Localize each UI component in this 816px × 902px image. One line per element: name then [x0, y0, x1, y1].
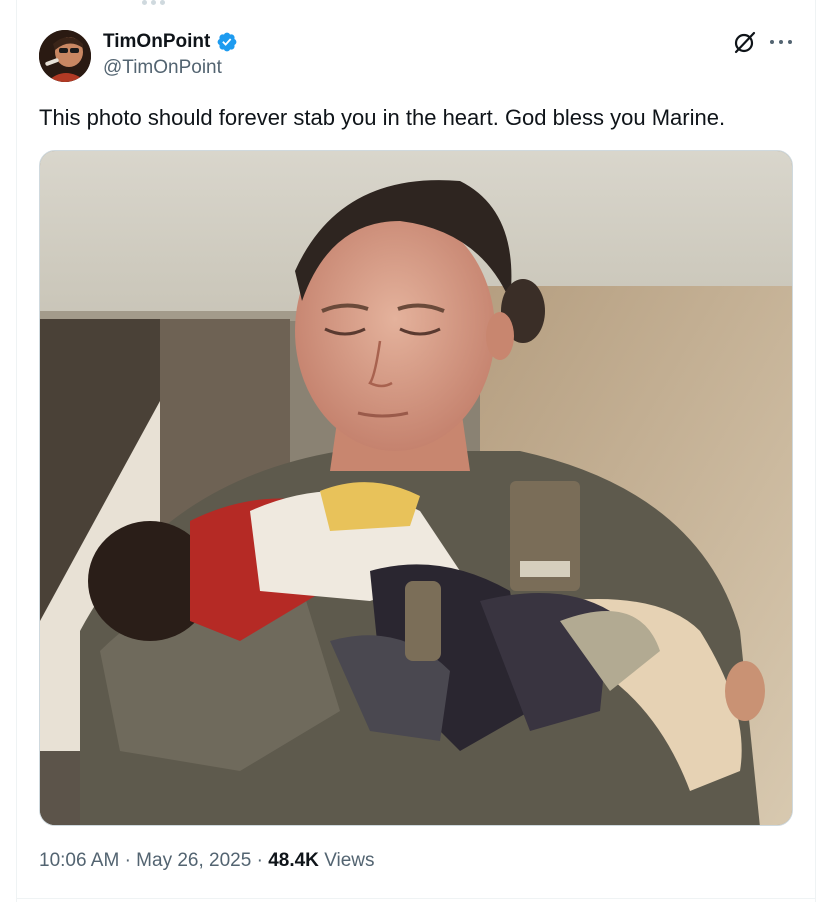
verified-badge-icon: [217, 32, 237, 52]
photo-marine-holding-child: [40, 151, 792, 825]
previous-item-stub: [142, 0, 182, 5]
tweet-photo[interactable]: [39, 150, 793, 826]
author-name-row[interactable]: TimOnPoint: [103, 31, 238, 53]
meta-separator: ·: [256, 850, 263, 871]
tweet-text: This photo should forever stab you in th…: [39, 105, 726, 130]
grok-icon[interactable]: [733, 30, 757, 54]
tweet-meta: 10:06 AM · May 26, 2025 · 48.4K Views: [39, 850, 375, 872]
views-label: Views: [324, 850, 375, 871]
avatar-image: [39, 30, 91, 82]
avatar[interactable]: [39, 30, 91, 82]
more-options-icon[interactable]: [768, 30, 794, 54]
author-handle[interactable]: @TimOnPoint: [103, 57, 222, 79]
meta-separator: ·: [124, 850, 131, 871]
tweet-date[interactable]: May 26, 2025: [136, 850, 251, 871]
card-divider: [16, 898, 816, 899]
tweet-time[interactable]: 10:06 AM: [39, 850, 119, 871]
card-border-left: [16, 0, 17, 902]
author-display-name[interactable]: TimOnPoint: [103, 31, 210, 53]
views-count[interactable]: 48.4K: [268, 850, 319, 871]
